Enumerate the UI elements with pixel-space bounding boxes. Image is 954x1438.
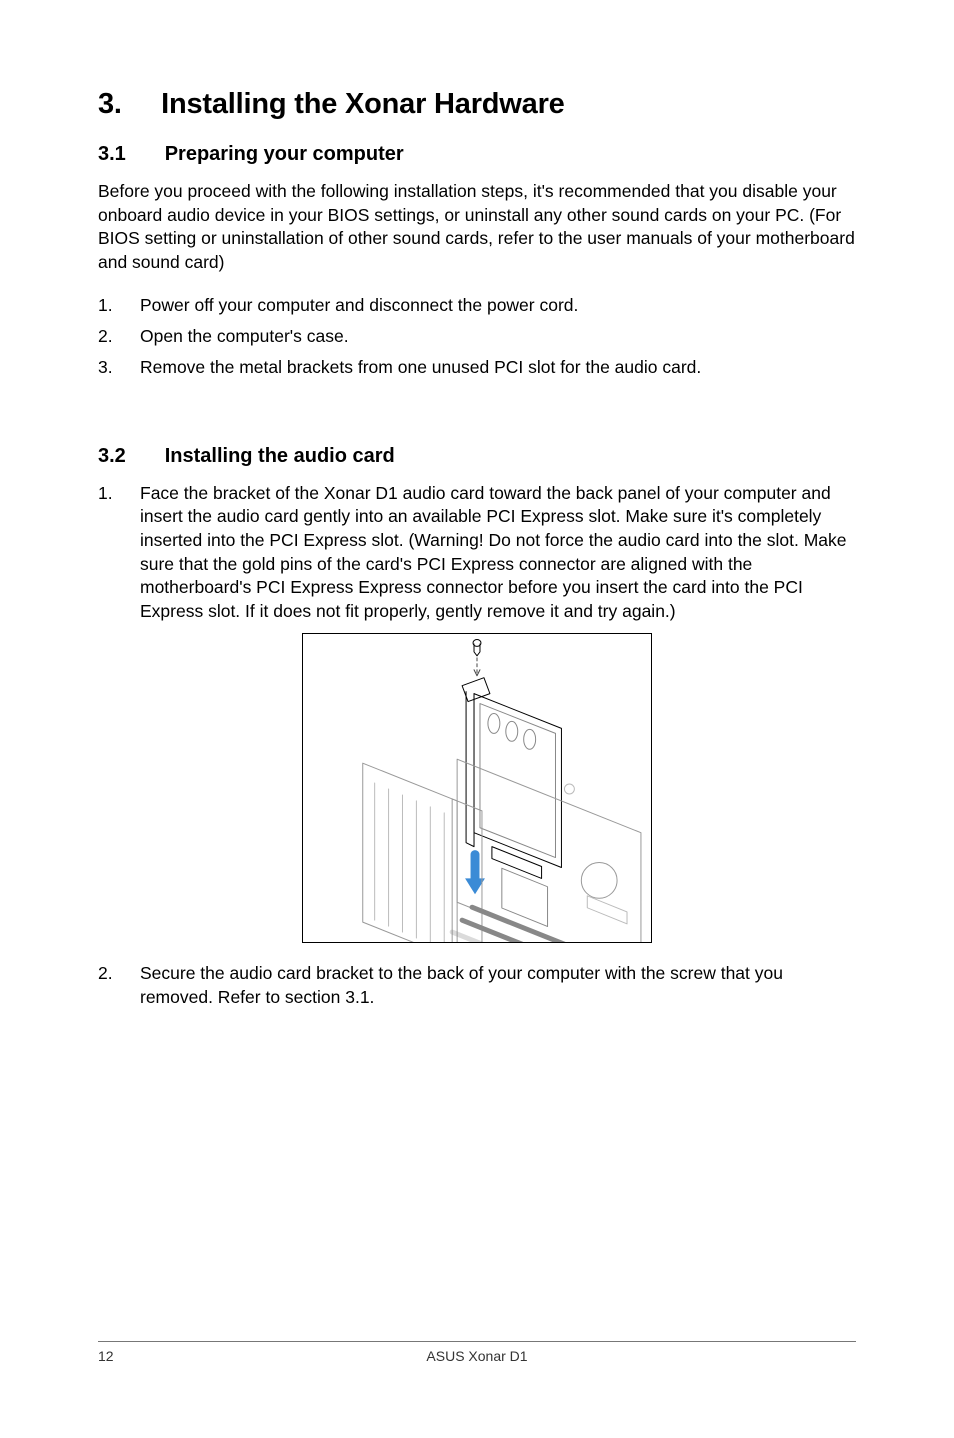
section-heading-3-1: 3.1 Preparing your computer xyxy=(98,143,856,166)
step-number: 2. xyxy=(98,324,140,349)
step-number: 1. xyxy=(98,293,140,318)
section-3-1-intro: Before you proceed with the following in… xyxy=(98,180,856,275)
list-item: 3.Remove the metal brackets from one unu… xyxy=(98,355,856,380)
step-text: Power off your computer and disconnect t… xyxy=(140,293,578,318)
install-diagram-container xyxy=(98,633,856,948)
section-title: Preparing your computer xyxy=(165,143,404,165)
list-item: 2.Secure the audio card bracket to the b… xyxy=(98,962,856,1009)
page-footer: 12 ASUS Xonar D1 xyxy=(98,1341,856,1364)
list-item: 1.Power off your computer and disconnect… xyxy=(98,293,856,318)
step-number: 2. xyxy=(98,962,140,1009)
section-heading-3-2: 3.2 Installing the audio card xyxy=(98,445,856,468)
step-text: Open the computer's case. xyxy=(140,324,349,349)
step-number: 3. xyxy=(98,355,140,380)
section-3-1-steps: 1.Power off your computer and disconnect… xyxy=(98,293,856,381)
chapter-title: Installing the Xonar Hardware xyxy=(161,88,565,120)
section-title: Installing the audio card xyxy=(165,445,395,467)
step-text: Face the bracket of the Xonar D1 audio c… xyxy=(140,482,856,624)
footer-product: ASUS Xonar D1 xyxy=(98,1348,856,1364)
section-3-2-steps-cont: 2.Secure the audio card bracket to the b… xyxy=(98,962,856,1009)
section-3-2-steps: 1.Face the bracket of the Xonar D1 audio… xyxy=(98,482,856,624)
step-number: 1. xyxy=(98,482,140,624)
step-text: Remove the metal brackets from one unuse… xyxy=(140,355,701,380)
list-item: 2.Open the computer's case. xyxy=(98,324,856,349)
section-number: 3.2 xyxy=(98,445,126,467)
chapter-number: 3. xyxy=(98,88,122,120)
step-text: Secure the audio card bracket to the bac… xyxy=(140,962,856,1009)
install-card-diagram xyxy=(302,633,652,943)
list-item: 1.Face the bracket of the Xonar D1 audio… xyxy=(98,482,856,624)
section-number: 3.1 xyxy=(98,143,126,165)
chapter-heading: 3. Installing the Xonar Hardware xyxy=(98,88,856,121)
